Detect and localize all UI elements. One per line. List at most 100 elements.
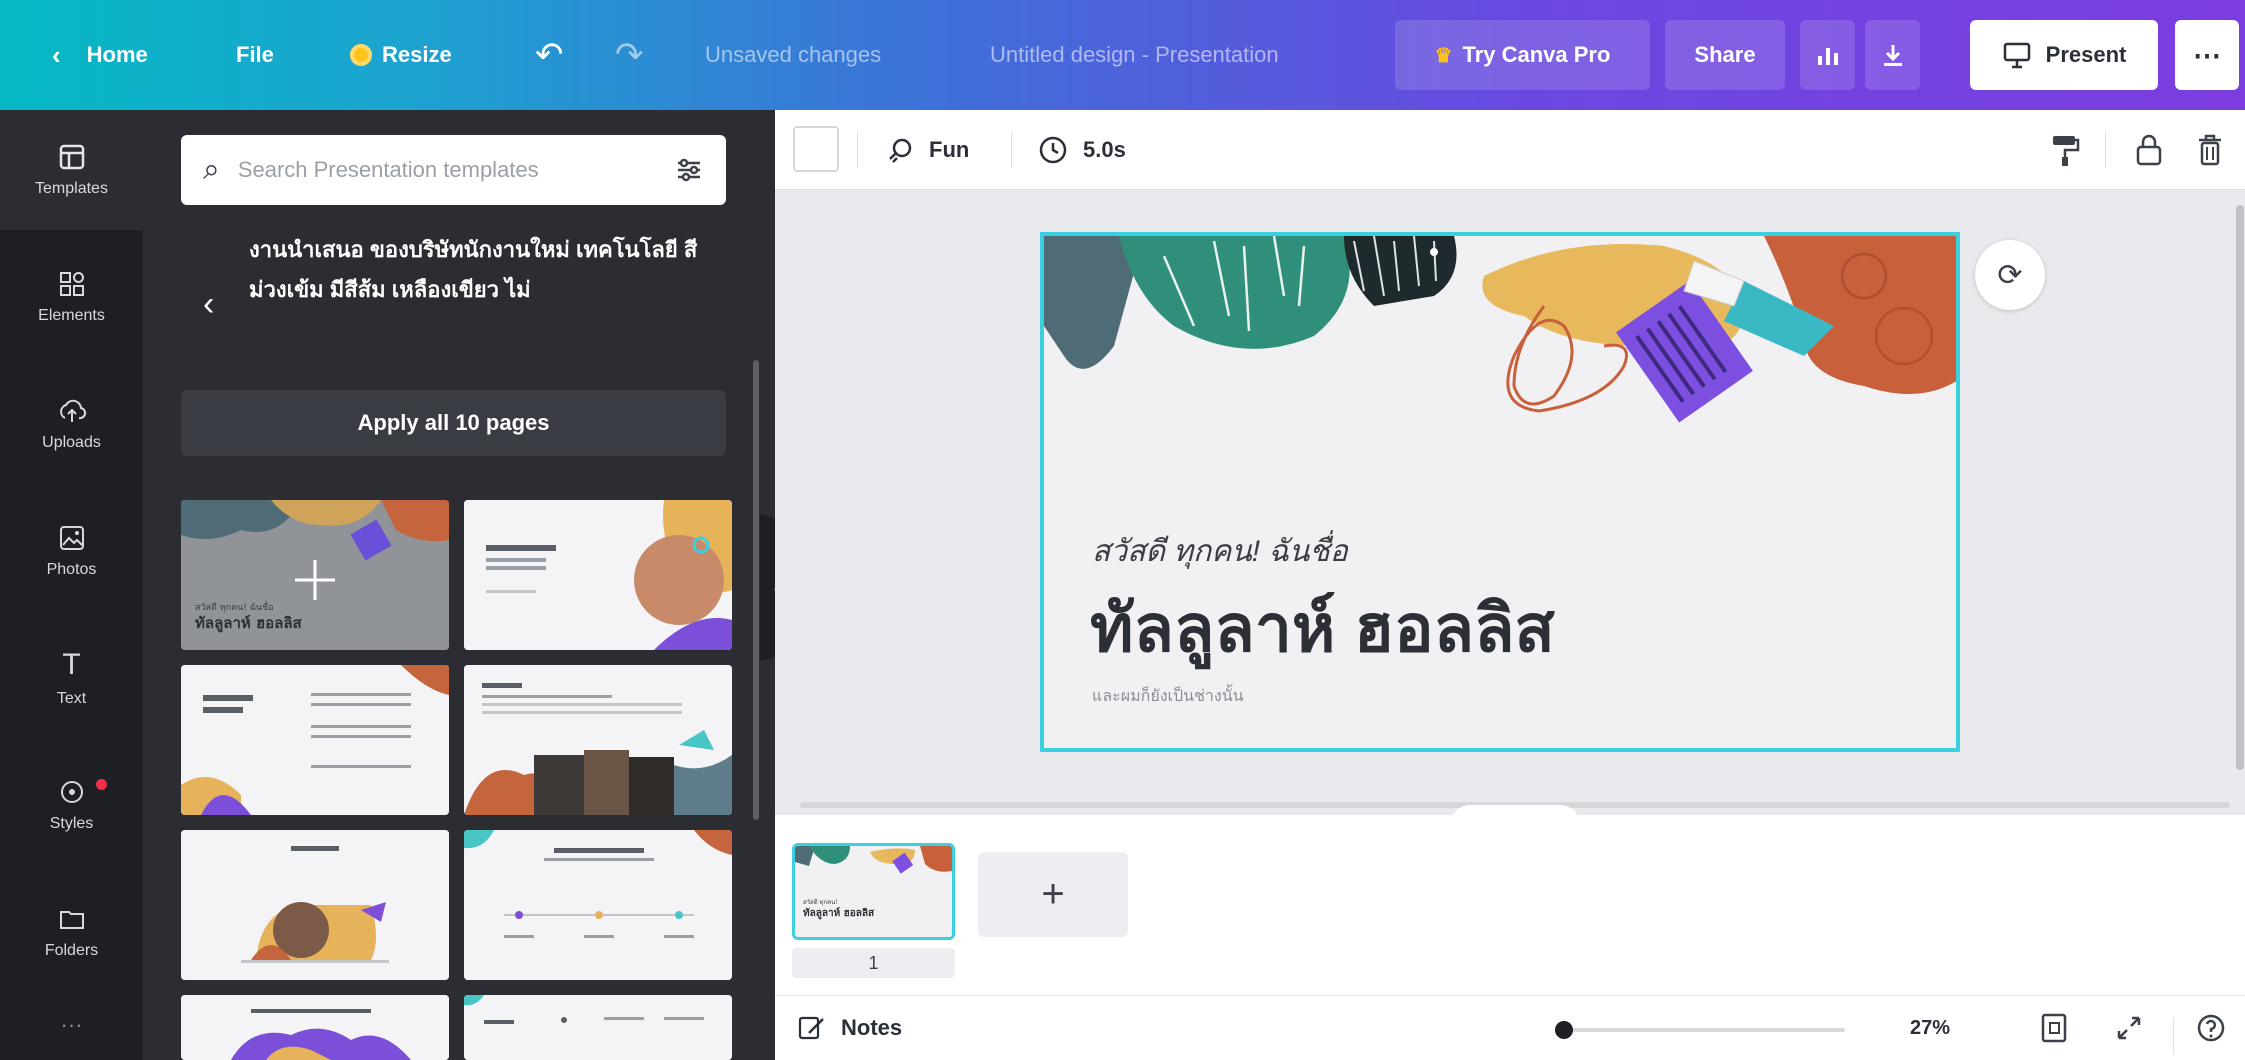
notes-pencil-icon [798,1016,824,1040]
lock-icon[interactable] [2135,110,2163,190]
animate-button[interactable]: Fun [885,110,969,190]
svg-text:สวัสดี ทุกคน!: สวัสดี ทุกคน! [803,898,838,906]
template-thumb-5[interactable] [181,830,449,980]
rail-item-uploads[interactable]: Uploads [0,364,143,484]
rail-label-folders: Folders [44,942,99,959]
question-circle-icon [2197,1014,2225,1042]
elements-icon [59,272,84,296]
template-thumb-4[interactable] [464,665,732,815]
home-button[interactable]: ‹ Home [52,0,148,110]
template-thumb-1[interactable]: สวัสดี ทุกคน! ฉันชื่อ ทัลลูลาห์ ฮอลลิส [181,500,449,650]
rail-label-styles: Styles [49,815,94,832]
background-color-swatch[interactable] [793,126,839,172]
rail-item-folders[interactable]: Folders [0,872,143,992]
save-status: Unsaved changes [705,42,882,67]
insights-icon[interactable] [1800,20,1855,90]
templates-panel: ⌕ ‹ งานนำเสนอ ของบริษัทนักงานใหม่ เทคโนโ… [143,110,775,1060]
template-thumb-5-art [181,830,449,980]
slide-name[interactable]: ทัลลูลาห์ ฮอลลิส [1090,576,1555,681]
zoom-slider[interactable] [1555,1021,1845,1039]
editor-footer: Notes 27% [775,995,2245,1060]
rail-item-more[interactable]: ··· [0,990,143,1060]
zoom-level[interactable]: 27% [1910,984,1950,1060]
help-icon[interactable] [2195,984,2227,1060]
file-menu[interactable]: File [236,0,274,110]
template-thumb-6[interactable] [464,830,732,980]
rail-item-elements[interactable]: Elements [0,237,143,357]
duration-button[interactable]: 5.0s [1037,110,1126,190]
template-thumb-3-art [181,665,449,815]
crown-icon: ♛ [1434,44,1453,67]
template-thumb-4-art [464,665,732,815]
template-thumb-2[interactable] [464,500,732,650]
undo-icon[interactable]: ↶ [535,0,564,110]
present-button[interactable]: Present [1970,20,2158,90]
uploads-icon [59,399,86,422]
template-description: งานนำเสนอ ของบริษัทนักงานใหม่ เทคโนโลยี … [249,237,698,302]
presentation-icon [2003,42,2030,69]
rail-item-templates[interactable]: Templates [0,110,143,230]
text-icon: T [62,648,81,681]
template-thumb-7-art [181,995,449,1060]
rail-item-photos[interactable]: Photos [0,491,143,611]
delete-icon[interactable] [2197,110,2223,190]
rail-label-templates: Templates [35,180,108,197]
refresh-icon: ⟳ [1997,258,2023,292]
template-thumb-8[interactable] [464,995,732,1060]
notification-dot [96,779,107,790]
template-thumb-1-art: สวัสดี ทุกคน! ฉันชื่อ ทัลลูลาห์ ฮอลลิส [181,500,449,650]
notes-label: Notes [841,1015,903,1040]
more-options-button[interactable]: ⋯ [2175,20,2239,90]
resize-button[interactable]: Resize [350,0,452,110]
template-thumb-6-art [464,830,732,980]
redo-icon[interactable]: ↷ [615,0,644,110]
format-painter-icon[interactable] [2050,110,2080,190]
page-thumbnail-art: สวัสดี ทุกคน! ทัลลูลาห์ ฮอลลิส [795,846,952,937]
panel-scrollbar[interactable] [753,360,759,820]
template-thumb-8-art [464,995,732,1060]
slide-greeting[interactable]: สวัสดี ทุกคน! ฉันชื่อ [1092,528,1348,575]
toolbar-divider [857,132,858,168]
refresh-suggestions-button[interactable]: ⟳ [1975,240,2045,310]
duration-label: 5.0s [1083,137,1126,162]
notes-button[interactable]: Notes [797,984,902,1060]
canvas-vertical-scrollbar[interactable] [2236,205,2244,770]
side-rail: Templates Elements Uploads Photos T Text… [0,110,143,1060]
canva-editor: ‹ Home File Resize ↶ ↷ Unsaved changes U… [0,0,2245,1060]
slide-canvas[interactable]: สวัสดี ทุกคน! ฉันชื่อ ทัลลูลาห์ ฮอลลิส แ… [1040,232,1960,752]
filter-icon[interactable] [674,155,704,185]
trash-icon [2199,134,2221,166]
home-label: Home [86,42,148,67]
crown-coin-icon [350,44,372,66]
template-search[interactable]: ⌕ [181,135,726,205]
slide-small-text[interactable]: และผมก็ยังเป็นช่างนั้น [1092,684,1244,709]
document-title[interactable]: Untitled design - Presentation [990,0,1279,110]
rail-item-styles[interactable]: Styles [0,745,143,865]
share-button[interactable]: Share [1665,20,1785,90]
folders-icon [59,911,84,929]
apply-all-pages-button[interactable]: Apply all 10 pages [181,390,726,456]
page-grid-icon[interactable] [2040,984,2070,1060]
try-canva-pro-button[interactable]: ♛ Try Canva Pro [1395,20,1650,90]
padlock-icon [2136,134,2162,166]
resize-label: Resize [382,42,452,67]
rail-label-photos: Photos [46,561,97,578]
template-thumb-3[interactable] [181,665,449,815]
chevron-left-icon: ‹ [52,39,61,70]
zoom-slider-handle[interactable] [1555,1021,1573,1039]
chart-icon [1817,48,1838,65]
rail-label-text: Text [56,690,87,707]
add-page-button[interactable]: + [978,852,1128,937]
styles-icon [60,781,83,803]
back-chevron-icon[interactable]: ‹ [203,285,214,324]
fullscreen-icon[interactable] [2115,984,2143,1060]
template-thumb-7[interactable] [181,995,449,1060]
download-icon[interactable] [1865,20,1920,90]
search-input[interactable] [237,157,674,183]
template-thumb-2-art [464,500,732,650]
page-thumbnail-1[interactable]: สวัสดี ทุกคน! ทัลลูลาห์ ฮอลลิส [792,843,955,940]
download-arrow-icon [1883,45,1902,66]
rail-item-text[interactable]: T Text [0,618,143,738]
templates-icon [59,144,84,170]
plus-icon: + [1041,872,1065,916]
